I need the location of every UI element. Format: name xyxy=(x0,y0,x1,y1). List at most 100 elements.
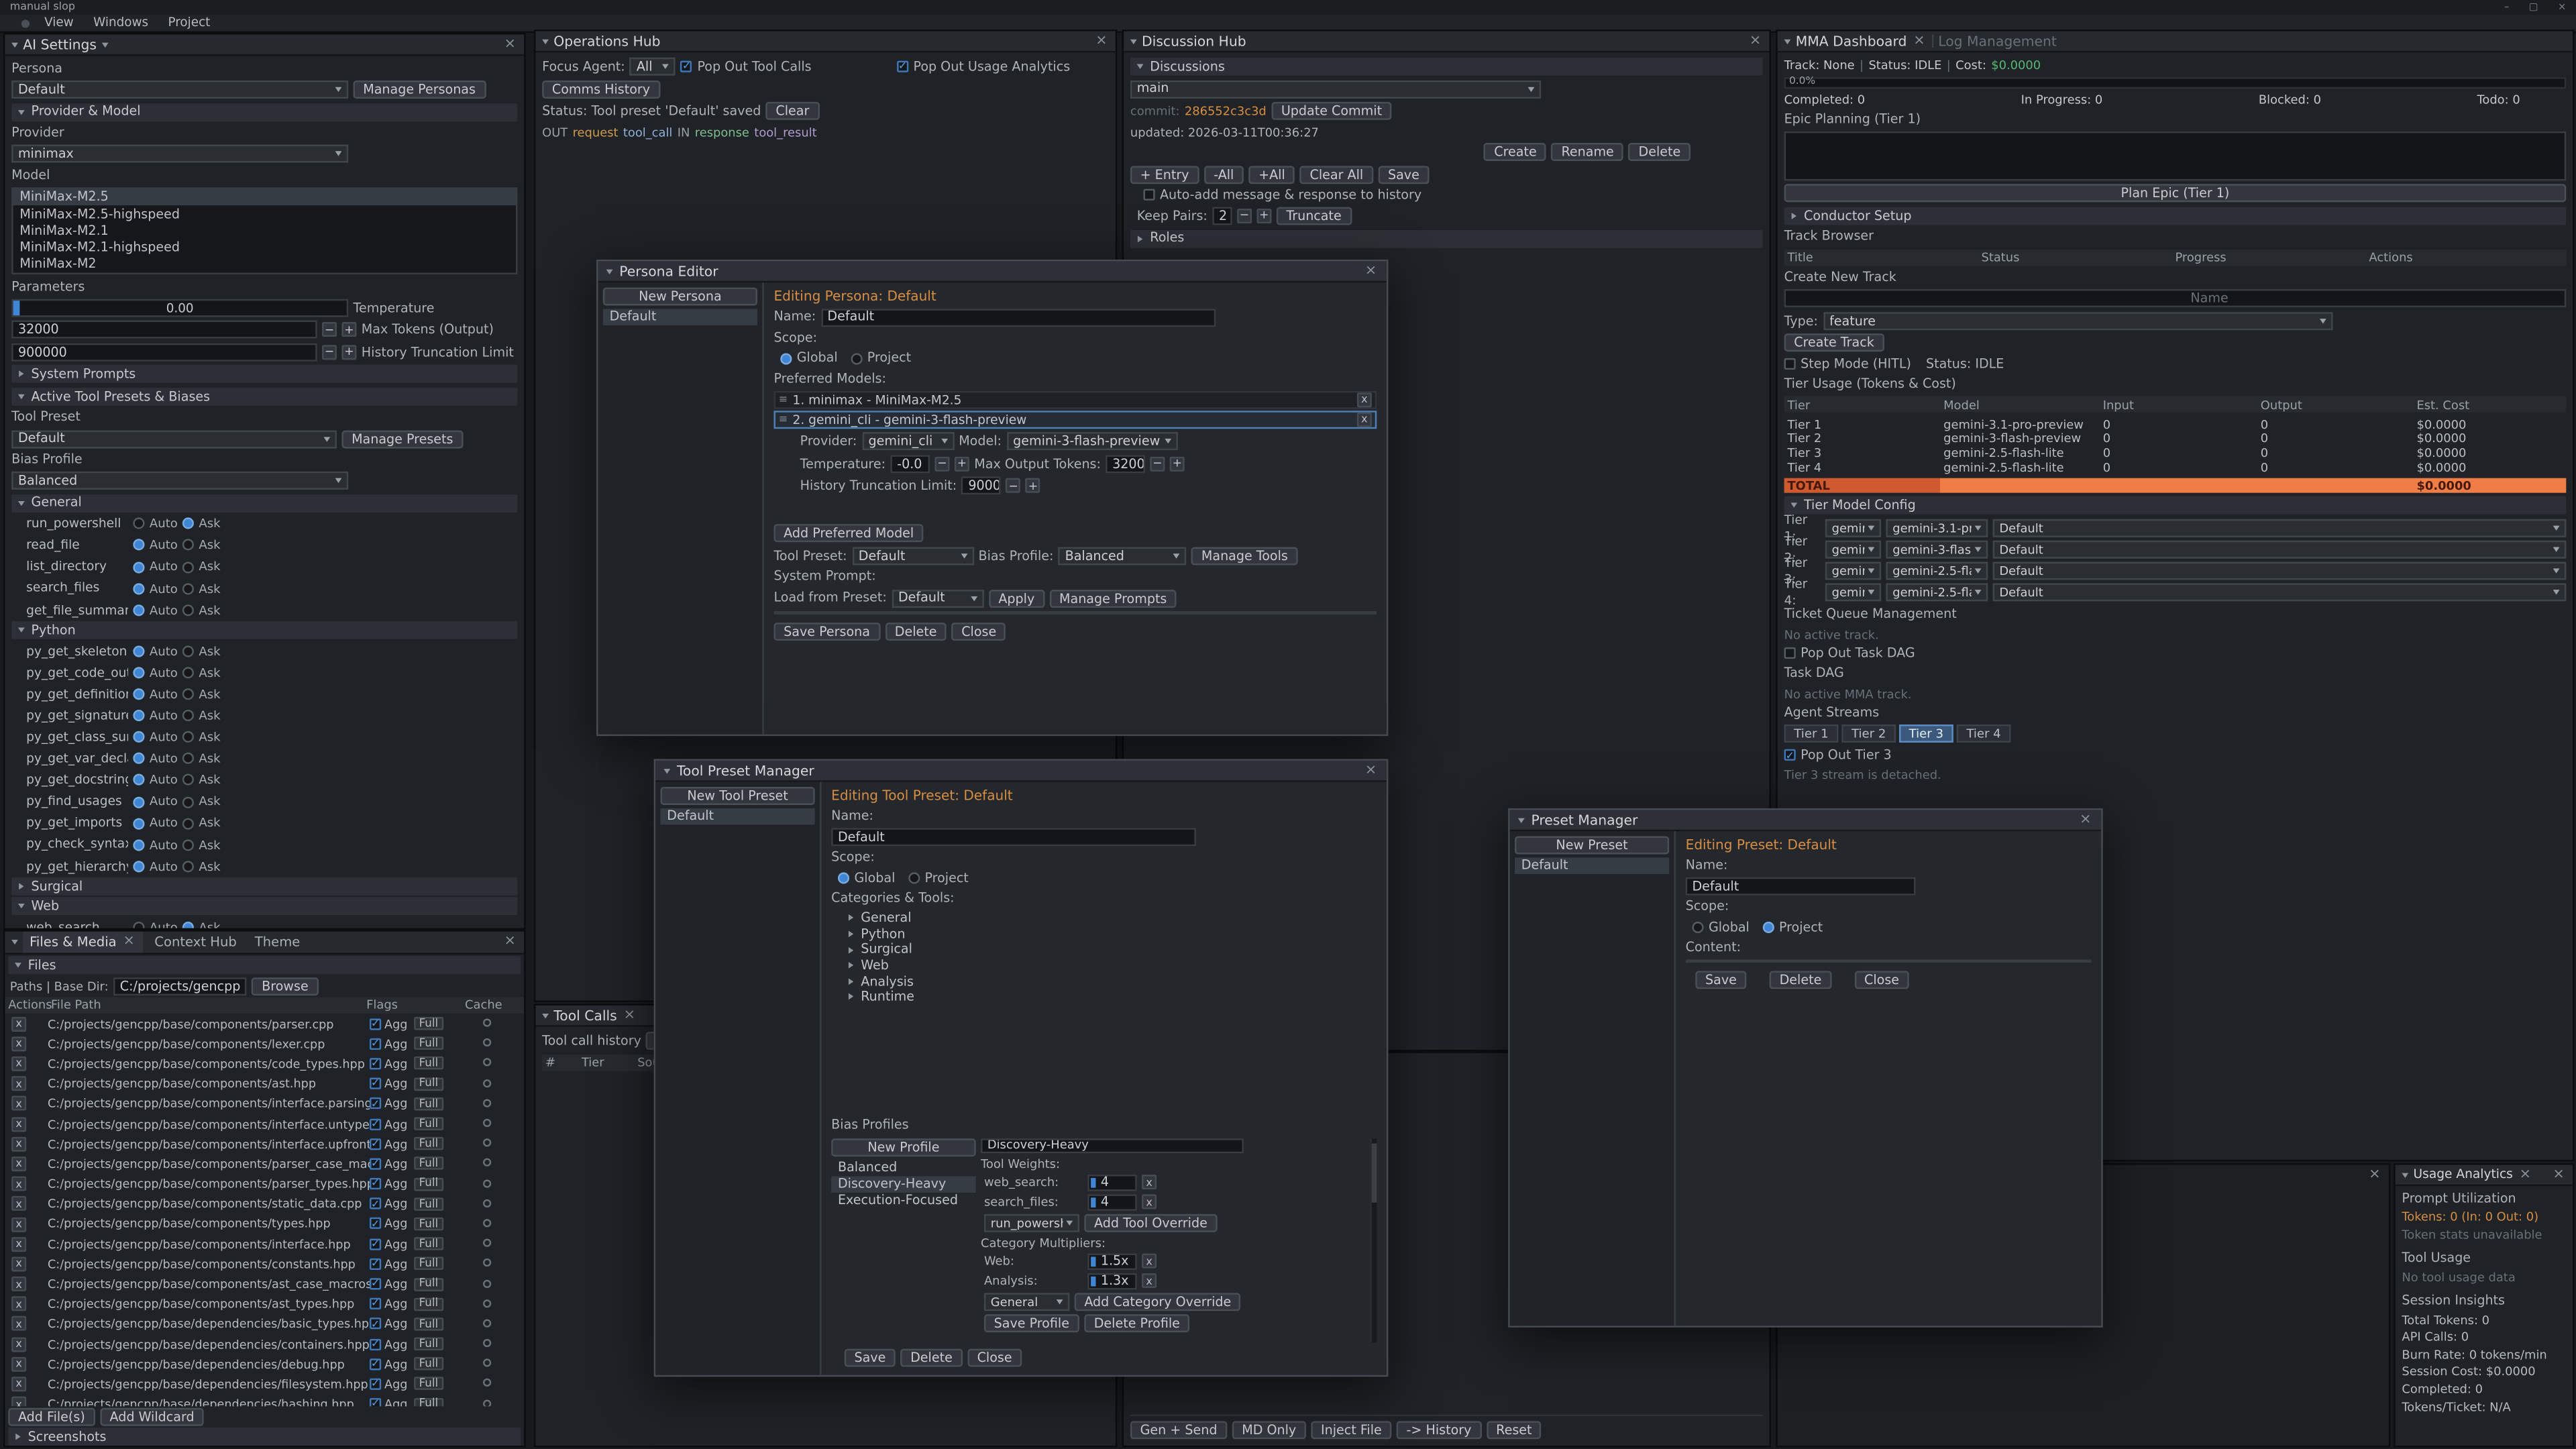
preferred-model-row[interactable]: ≡2. gemini_cli - gemini-3-flash-previewx xyxy=(773,411,1377,429)
remove-file-button[interactable]: x xyxy=(11,1057,26,1071)
decrement-button[interactable]: − xyxy=(322,345,337,360)
close-panel-icon[interactable]: × xyxy=(1094,34,1109,48)
add-tool-override-button[interactable]: Add Tool Override xyxy=(1084,1214,1217,1232)
increment-button[interactable]: + xyxy=(1170,457,1185,472)
close-panel-icon[interactable]: × xyxy=(2551,1168,2566,1182)
auto-radio[interactable] xyxy=(133,922,144,928)
full-button[interactable]: Full xyxy=(414,1037,443,1051)
cache-indicator[interactable] xyxy=(483,1399,491,1407)
project-radio[interactable] xyxy=(908,873,920,884)
section-system-prompts[interactable]: System Prompts xyxy=(11,366,517,384)
ask-radio[interactable] xyxy=(182,861,194,872)
category-runtime[interactable]: Runtime xyxy=(831,989,1377,1005)
category-surgical[interactable]: Surgical xyxy=(831,942,1377,957)
bias-profile-select[interactable]: Balanced xyxy=(11,472,348,490)
agg-checkbox[interactable] xyxy=(370,1338,381,1350)
agg-checkbox[interactable] xyxy=(370,1238,381,1250)
close-tab-icon[interactable]: × xyxy=(622,1008,637,1022)
full-button[interactable]: Full xyxy=(414,1137,443,1150)
collapse-panel-icon[interactable] xyxy=(2402,1172,2408,1177)
ask-radio[interactable] xyxy=(182,922,194,928)
close-panel-icon[interactable]: × xyxy=(502,38,517,52)
collapse-panel-icon[interactable] xyxy=(1518,817,1525,822)
full-button[interactable]: Full xyxy=(414,1097,443,1111)
cache-indicator[interactable] xyxy=(483,1019,491,1027)
delete-button[interactable]: Delete xyxy=(900,1349,962,1367)
auto-radio[interactable] xyxy=(133,561,144,573)
increment-button[interactable]: + xyxy=(1256,209,1271,224)
global-radio[interactable] xyxy=(838,873,849,884)
section-active-presets[interactable]: Active Tool Presets & Biases xyxy=(11,388,517,406)
model-select[interactable]: gemini-3-flash-preview xyxy=(1886,541,1988,559)
close-panel-icon[interactable]: × xyxy=(1748,34,1762,48)
remove-file-button[interactable]: x xyxy=(11,1136,26,1151)
delete-discussion-button[interactable]: Delete xyxy=(1629,143,1690,161)
add-category-override-button[interactable]: Add Category Override xyxy=(1075,1293,1241,1311)
increment-button[interactable]: + xyxy=(341,323,356,337)
auto-radio[interactable] xyxy=(133,518,144,529)
apply-button[interactable]: Apply xyxy=(989,589,1044,607)
auto-radio[interactable] xyxy=(133,731,144,743)
entry-button[interactable]: + Entry xyxy=(1130,165,1199,183)
remove-file-button[interactable]: x xyxy=(11,1337,26,1352)
full-button[interactable]: Full xyxy=(414,1017,443,1030)
new-track-name-input[interactable]: Name xyxy=(1784,290,2567,308)
auto-radio[interactable] xyxy=(133,667,144,678)
ask-radio[interactable] xyxy=(182,753,194,764)
collapse-panel-icon[interactable] xyxy=(542,1013,549,1018)
add-wildcard-button[interactable]: Add Wildcard xyxy=(100,1408,204,1426)
agg-checkbox[interactable] xyxy=(370,1258,381,1270)
close-tab-icon[interactable]: × xyxy=(1912,34,1927,48)
tool-preset-select[interactable]: Default xyxy=(852,547,973,565)
ask-radio[interactable] xyxy=(182,688,194,700)
full-button[interactable]: Full xyxy=(414,1057,443,1071)
full-button[interactable]: Full xyxy=(414,1277,443,1291)
tab-log-management[interactable]: Log Management xyxy=(1938,33,2057,50)
remove-file-button[interactable]: x xyxy=(11,1397,26,1406)
agg-checkbox[interactable] xyxy=(370,1278,381,1289)
step-mode-checkbox[interactable] xyxy=(1784,359,1796,370)
ask-radio[interactable] xyxy=(182,796,194,808)
ask-radio[interactable] xyxy=(182,561,194,573)
cache-indicator[interactable] xyxy=(483,1139,491,1147)
discussion-select[interactable]: main xyxy=(1130,80,1541,98)
collapse-panel-icon[interactable] xyxy=(1130,39,1137,44)
stream-tab-tier-4[interactable]: Tier 4 xyxy=(1957,725,2011,743)
agg-checkbox[interactable] xyxy=(370,1379,381,1390)
save-button[interactable]: Save xyxy=(1378,165,1429,183)
cache-indicator[interactable] xyxy=(483,1099,491,1107)
remove-model-button[interactable]: x xyxy=(1357,392,1372,407)
save-profile-button[interactable]: Save Profile xyxy=(984,1313,1079,1332)
increment-button[interactable]: + xyxy=(341,345,356,360)
model-option[interactable]: MiniMax-M2 xyxy=(13,256,516,273)
section-tier-model-config[interactable]: Tier Model Config xyxy=(1784,496,2567,515)
manage-prompts-button[interactable]: Manage Prompts xyxy=(1049,589,1177,607)
agg-checkbox[interactable] xyxy=(370,1398,381,1406)
cache-indicator[interactable] xyxy=(483,1079,491,1087)
tab-files-media[interactable]: Files & Media× xyxy=(23,932,143,953)
history-limit-input[interactable]: 900000 xyxy=(962,477,1002,495)
global-radio[interactable] xyxy=(780,353,792,364)
delete-button[interactable]: Delete xyxy=(1770,971,1831,989)
full-button[interactable]: Full xyxy=(414,1257,443,1271)
ask-radio[interactable] xyxy=(182,518,194,529)
ask-radio[interactable] xyxy=(182,710,194,721)
ask-radio[interactable] xyxy=(182,818,194,829)
collapse-panel-icon[interactable] xyxy=(11,940,18,945)
inject-file-button[interactable]: Inject File xyxy=(1311,1421,1391,1439)
decrement-button[interactable]: − xyxy=(322,323,337,337)
max-output-input[interactable]: 32000 xyxy=(1106,455,1145,473)
agg-checkbox[interactable] xyxy=(370,1158,381,1169)
provider-select[interactable]: gemini xyxy=(1825,520,1881,538)
agg-checkbox[interactable] xyxy=(370,1098,381,1110)
provider-select[interactable]: minimax xyxy=(11,146,348,164)
tab-mma-dashboard[interactable]: MMA Dashboard xyxy=(1796,33,1907,50)
ask-radio[interactable] xyxy=(182,604,194,616)
content-textarea[interactable] xyxy=(1686,960,2092,963)
bias-profile-select[interactable]: Balanced xyxy=(1059,547,1187,565)
auto-radio[interactable] xyxy=(133,710,144,721)
remove-file-button[interactable]: x xyxy=(11,1317,26,1332)
decrement-button[interactable]: − xyxy=(1150,457,1165,472)
persona-select[interactable]: Default xyxy=(11,81,348,99)
auto-radio[interactable] xyxy=(133,645,144,657)
